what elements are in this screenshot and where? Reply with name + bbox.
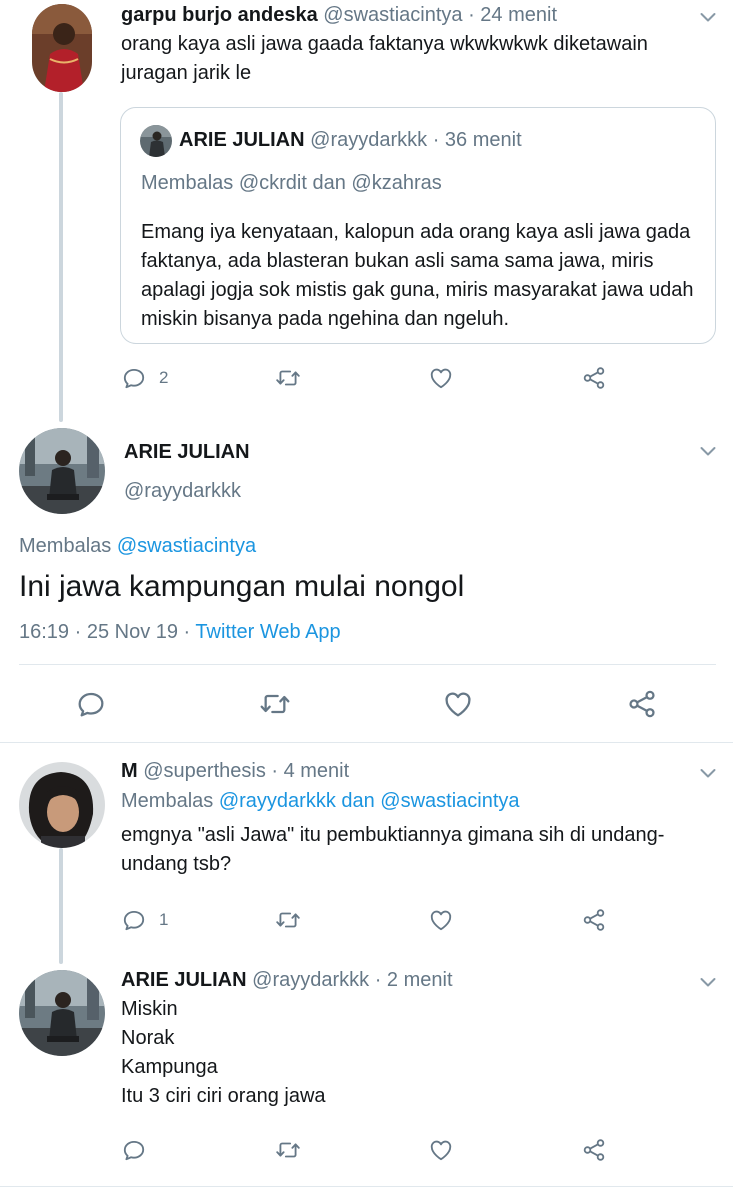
tweet-actions	[121, 1134, 621, 1166]
author-name[interactable]: ARIE JULIAN	[121, 969, 247, 991]
like-button[interactable]	[428, 362, 454, 394]
like-button[interactable]	[428, 904, 454, 936]
reply-bubble-icon	[121, 1137, 147, 1163]
author-handle[interactable]: @rayydarkkk	[252, 969, 369, 991]
retweet-icon	[259, 688, 291, 720]
timestamp[interactable]: · 24 menit	[468, 4, 557, 26]
avatar	[140, 125, 172, 157]
heart-icon	[428, 365, 454, 391]
avatar[interactable]	[32, 4, 92, 92]
author-name[interactable]: ARIE JULIAN	[124, 441, 250, 463]
retweet-button[interactable]	[259, 688, 291, 720]
chevron-down-icon[interactable]	[696, 761, 720, 785]
retweet-button[interactable]	[275, 904, 301, 936]
reply-bubble-icon	[75, 688, 107, 720]
share-button[interactable]	[581, 904, 607, 936]
reply-count: 2	[159, 368, 169, 387]
reply-prefix: Membalas	[121, 790, 214, 812]
share-icon	[626, 688, 658, 720]
author-name[interactable]: garpu burjo andeska	[121, 4, 318, 26]
share-button[interactable]	[581, 1134, 607, 1166]
tweet-line: Miskin	[121, 998, 178, 1020]
like-button[interactable]	[428, 1134, 454, 1166]
reply-to: @ckrdit dan @kzahras	[238, 172, 442, 194]
retweet-icon	[275, 1137, 301, 1163]
tweet-text: emgnya "asli Jawa" itu pembuktiannya gim…	[121, 824, 665, 875]
tweet-actions	[75, 688, 675, 720]
retweet-icon	[275, 365, 301, 391]
reply-button[interactable]: 1	[121, 904, 168, 936]
author-name: ARIE JULIAN	[179, 129, 305, 151]
heart-icon	[442, 688, 474, 720]
tweet-actions: 2	[121, 362, 621, 394]
tweet-actions: 1	[121, 904, 621, 936]
chevron-down-icon[interactable]	[696, 970, 720, 994]
reply-bubble-icon	[121, 365, 147, 391]
author-handle[interactable]: @superthesis	[143, 760, 266, 782]
tweet-line: Itu 3 ciri ciri orang jawa	[121, 1085, 326, 1107]
heart-icon	[428, 907, 454, 933]
reply-bubble-icon	[121, 907, 147, 933]
reply-count: 1	[159, 910, 169, 929]
divider	[0, 1186, 733, 1187]
tweet-text: orang kaya asli jawa gaada faktanya wkwk…	[121, 33, 648, 84]
author-handle[interactable]: @swastiacintya	[323, 4, 462, 26]
tweet-timestamp[interactable]: 16:19 · 25 Nov 19 ·	[19, 621, 190, 643]
share-icon	[581, 365, 607, 391]
quoted-tweet-text: Emang iya kenyataan, kalopun ada orang k…	[141, 221, 694, 330]
author-name[interactable]: M	[121, 760, 138, 782]
quoted-tweet[interactable]: ARIE JULIAN @rayydarkkk · 36 menit Memba…	[120, 107, 716, 344]
share-icon	[581, 907, 607, 933]
share-button[interactable]	[581, 362, 607, 394]
timestamp: · 36 menit	[432, 129, 522, 151]
tweet-text: Miskin Norak Kampunga Itu 3 ciri ciri or…	[121, 995, 681, 1111]
avatar[interactable]	[19, 762, 105, 848]
reply-button[interactable]	[75, 688, 107, 720]
reply-to-link[interactable]: @swastiacintya	[117, 535, 256, 557]
divider	[0, 742, 733, 743]
avatar[interactable]	[19, 428, 105, 514]
reply-prefix: Membalas	[141, 172, 234, 194]
timestamp[interactable]: · 4 menit	[271, 760, 349, 782]
timestamp[interactable]: · 2 menit	[375, 969, 453, 991]
tweet-line: Norak	[121, 1027, 175, 1049]
chevron-down-icon[interactable]	[696, 439, 720, 463]
reply-button[interactable]: 2	[121, 362, 168, 394]
retweet-button[interactable]	[275, 362, 301, 394]
share-icon	[581, 1137, 607, 1163]
reply-prefix: Membalas	[19, 535, 112, 557]
retweet-icon	[275, 907, 301, 933]
retweet-button[interactable]	[275, 1134, 301, 1166]
avatar[interactable]	[19, 970, 105, 1056]
tweet-source-link[interactable]: Twitter Web App	[195, 621, 340, 643]
tweet-text: Ini jawa kampungan mulai nongol	[19, 570, 465, 603]
thread-line	[59, 92, 63, 422]
tweet-line: Kampunga	[121, 1056, 218, 1078]
reply-to-link[interactable]: @rayydarkkk dan @swastiacintya	[219, 790, 520, 812]
divider	[19, 664, 716, 665]
thread-line	[59, 848, 63, 964]
heart-icon	[428, 1137, 454, 1163]
like-button[interactable]	[442, 688, 474, 720]
author-handle: @rayydarkkk	[310, 129, 428, 151]
author-handle[interactable]: @rayydarkkk	[124, 480, 241, 502]
chevron-down-icon[interactable]	[696, 5, 720, 29]
reply-button[interactable]	[121, 1134, 147, 1166]
share-button[interactable]	[626, 688, 658, 720]
